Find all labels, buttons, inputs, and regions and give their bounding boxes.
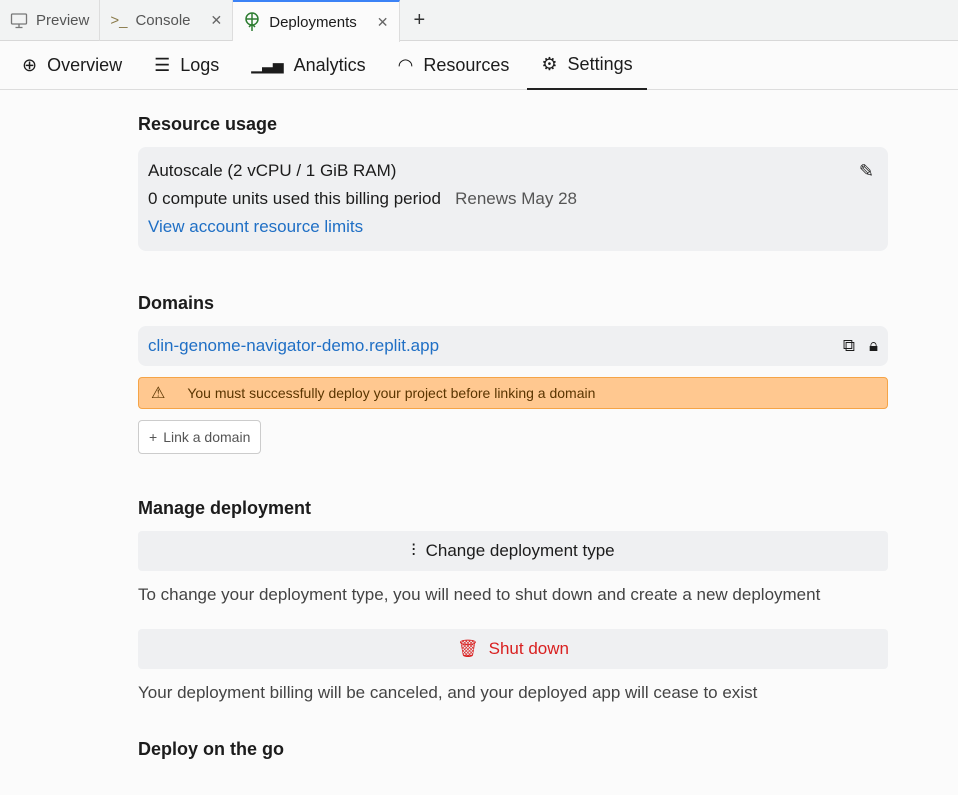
nav-label: Logs — [180, 55, 220, 75]
renews-text: Renews May 28 — [455, 189, 578, 208]
usage-text: 0 compute units used this billing period — [148, 189, 441, 208]
bar-chart-icon: ▁▃▅ — [251, 57, 284, 73]
section-title: Deploy on the go — [138, 739, 284, 759]
tab-label: Console — [135, 12, 191, 29]
change-note: To change your deployment type, you will… — [138, 585, 821, 604]
resource-limits-link[interactable]: View account resource limits — [148, 217, 878, 237]
nav-label: Analytics — [293, 55, 366, 75]
domain-link[interactable]: clin-genome-navigator-demo.replit.app — [148, 336, 439, 356]
section-title: Domains — [138, 293, 215, 313]
warning-text: You must successfully deploy your projec… — [187, 385, 596, 401]
list-icon: ☰ — [154, 55, 171, 75]
nav-label: Settings — [567, 54, 633, 74]
deployment-nav: ⊕ Overview ☰ Logs ▁▃▅ Analytics ◠ Resources … — [0, 41, 958, 90]
tab-bar: Preview >_ Console ✕ Deployments ✕ + — [0, 0, 958, 42]
button-label: Link a domain — [163, 429, 251, 445]
copy-icon[interactable]: ⧉ — [843, 336, 855, 356]
warning-icon: ⚠ — [151, 385, 166, 402]
nav-overview[interactable]: ⊕ Overview — [22, 41, 138, 90]
close-icon[interactable]: ✕ — [377, 14, 389, 31]
gauge-icon: ◠ — [397, 55, 414, 75]
section-title: Manage deployment — [138, 498, 312, 518]
settings-content: Resource usage Autoscale (2 vCPU / 1 GiB… — [138, 90, 888, 772]
terminal-icon: >_ — [110, 12, 128, 29]
tab-preview[interactable]: Preview — [0, 0, 101, 41]
change-deployment-type-button[interactable]: ⫶ Change deployment type — [138, 531, 888, 571]
nav-analytics[interactable]: ▁▃▅ Analytics — [251, 41, 381, 90]
gear-icon: ⚙ — [541, 54, 558, 74]
domain-row: clin-genome-navigator-demo.replit.app ⧉ 🔒… — [138, 326, 888, 366]
nav-label: Resources — [423, 55, 510, 75]
monitor-icon — [10, 12, 28, 28]
new-tab-button[interactable]: + — [400, 0, 440, 40]
nav-logs[interactable]: ☰ Logs — [154, 41, 235, 90]
plus-icon: + — [149, 429, 158, 445]
link-domain-button[interactable]: + Link a domain — [138, 420, 262, 454]
trash-icon: 🗑︎ — [457, 639, 479, 658]
nav-settings[interactable]: ⚙ Settings — [527, 41, 647, 90]
tab-deployments[interactable]: Deployments ✕ — [233, 0, 400, 42]
deploy-icon — [245, 12, 259, 31]
tab-label: Preview — [36, 12, 90, 29]
shut-down-button[interactable]: 🗑︎ Shut down — [138, 629, 888, 669]
resource-card: Autoscale (2 vCPU / 1 GiB RAM) ✎ 0 compu… — [138, 147, 888, 251]
sliders-icon: ⫶ — [411, 541, 416, 560]
plan-text: Autoscale (2 vCPU / 1 GiB RAM) — [148, 161, 397, 180]
shutdown-note: Your deployment billing will be canceled… — [138, 683, 758, 702]
button-label: Change deployment type — [425, 541, 615, 560]
edit-icon[interactable]: ✎ — [859, 161, 874, 182]
deploy-icon: ⊕ — [22, 55, 38, 75]
tab-label: Deployments — [269, 13, 357, 31]
nav-resources[interactable]: ◠ Resources — [398, 41, 526, 90]
warning-banner: ⚠ You must successfully deploy your proj… — [138, 377, 888, 409]
nav-label: Overview — [47, 55, 123, 75]
section-title: Resource usage — [138, 114, 278, 134]
lock-icon[interactable]: 🔒︎ — [869, 336, 878, 356]
tab-console[interactable]: >_ Console ✕ — [100, 0, 234, 41]
close-icon[interactable]: ✕ — [211, 12, 223, 29]
button-label: Shut down — [488, 639, 569, 658]
